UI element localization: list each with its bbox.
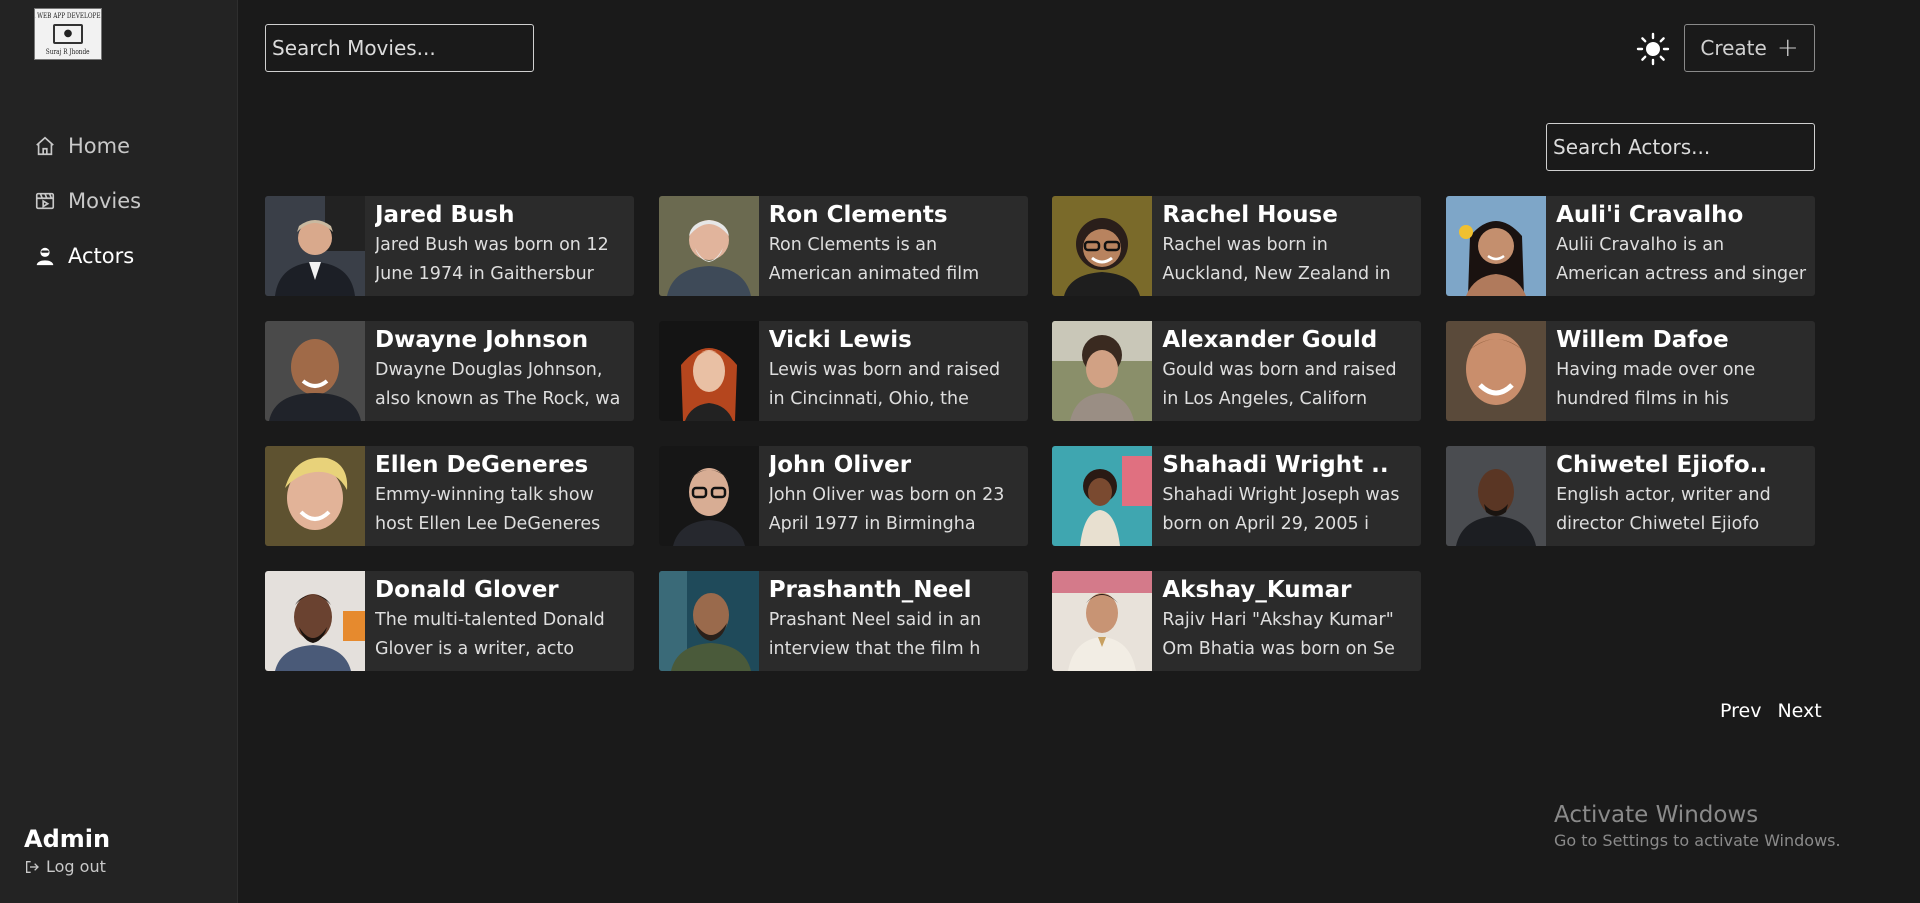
actor-card[interactable]: Shahadi Wright .. Shahadi Wright Joseph …	[1052, 446, 1422, 546]
app-logo[interactable]: A WEB APP DEVELOPER ● Suraj R Jhonde	[34, 8, 102, 60]
home-icon	[36, 136, 54, 155]
actor-card[interactable]: John Oliver John Oliver was born on 23 A…	[658, 446, 1028, 546]
actor-name: Ron Clements	[768, 202, 948, 228]
actor-description: Rachel was born in Auckland, New Zealand…	[1162, 235, 1391, 284]
theme-toggle-button[interactable]	[1636, 32, 1670, 66]
sidebar-item-movies[interactable]: Movies	[34, 173, 141, 228]
next-page-button[interactable]: Next	[1777, 700, 1821, 722]
watermark-title: Activate Windows	[1554, 802, 1759, 828]
actor-card[interactable]: Ellen DeGeneres Emmy-winning talk show h…	[265, 446, 634, 546]
actor-photo	[658, 571, 759, 671]
activation-watermark: Activate Windows Go to Settings to activ…	[1554, 800, 1841, 852]
sidebar-item-label: Movies	[68, 188, 142, 213]
actor-name: Prashanth_Neel	[768, 577, 972, 603]
pagination: Prev Next	[1720, 700, 1822, 722]
actor-name: John Oliver	[768, 452, 912, 478]
actor-description: Rajiv Hari "Akshay Kumar" Om Bhatia was …	[1162, 610, 1395, 659]
actor-photo	[658, 321, 759, 421]
actor-photo	[265, 321, 365, 421]
actor-description: English actor, writer and director Chiwe…	[1556, 485, 1771, 534]
actor-photo	[1052, 571, 1153, 671]
logo-bottom-text: Suraj R Jhonde	[46, 48, 90, 56]
actor-photo	[658, 446, 759, 546]
actor-photo	[1052, 196, 1153, 296]
actor-card[interactable]: Chiwetel Ejiofo.. English actor, writer …	[1446, 446, 1816, 546]
sidebar-nav: Home Movies Actors	[34, 118, 141, 283]
actor-description: John Oliver was born on 23 April 1977 in…	[768, 485, 1005, 534]
sidebar-item-label: Home	[68, 133, 131, 158]
logout-icon	[26, 860, 39, 873]
actor-description: Aulii Cravalho is an American actress an…	[1556, 235, 1807, 284]
actor-description: Jared Bush was born on 12 June 1974 in G…	[375, 235, 609, 284]
actor-icon	[36, 247, 54, 265]
user-panel: Admin Log out	[24, 823, 110, 876]
actor-description: Shahadi Wright Joseph was born on April …	[1162, 485, 1400, 534]
monitor-icon: ●	[53, 24, 83, 44]
actor-name: Ellen DeGeneres	[375, 452, 589, 478]
actor-name: Rachel House	[1162, 202, 1338, 228]
actor-card[interactable]: Donald Glover The multi-talented Donald …	[265, 571, 634, 671]
actor-description: Emmy-winning talk show host Ellen Lee De…	[375, 485, 601, 534]
actor-description: Prashant Neel said in an interview that …	[768, 610, 982, 659]
actor-description: Lewis was born and raised in Cincinnati,…	[768, 360, 1001, 409]
prev-page-button[interactable]: Prev	[1720, 700, 1761, 722]
sidebar: A WEB APP DEVELOPER ● Suraj R Jhonde Hom…	[0, 0, 238, 903]
actor-card[interactable]: Auli'i Cravalho Aulii Cravalho is an Ame…	[1446, 196, 1816, 296]
plus-icon: +	[1776, 33, 1799, 63]
actor-name: Auli'i Cravalho	[1556, 202, 1744, 228]
actor-name: Akshay_Kumar	[1162, 577, 1352, 603]
search-movies-input[interactable]	[265, 24, 534, 72]
actors-grid: Jared Bush Jared Bush was born on 12 Jun…	[265, 196, 1816, 671]
actor-card[interactable]: Alexander Gould Gould was born and raise…	[1052, 321, 1422, 421]
actor-photo	[265, 196, 365, 296]
actor-card[interactable]: Willem Dafoe Having made over one hundre…	[1446, 321, 1816, 421]
logo-top-text: A WEB APP DEVELOPER	[34, 12, 102, 20]
film-icon	[35, 192, 55, 209]
actor-photo	[1446, 446, 1547, 546]
sidebar-item-label: Actors	[68, 243, 135, 268]
actor-name: Dwayne Johnson	[375, 327, 589, 353]
actor-name: Shahadi Wright ..	[1162, 452, 1389, 478]
actor-card[interactable]: Prashanth_Neel Prashant Neel said in an …	[658, 571, 1028, 671]
search-actors-input[interactable]	[1546, 123, 1815, 171]
watermark-subtitle: Go to Settings to activate Windows.	[1554, 831, 1841, 850]
sun-icon	[1636, 32, 1670, 66]
actor-name: Alexander Gould	[1162, 327, 1378, 353]
actor-name: Chiwetel Ejiofo..	[1556, 452, 1768, 478]
actor-description: Dwayne Douglas Johnson, also known as Th…	[375, 360, 621, 409]
actor-photo	[1052, 446, 1153, 546]
sidebar-item-home[interactable]: Home	[34, 118, 141, 173]
actor-name: Jared Bush	[375, 202, 515, 228]
actor-description: The multi-talented Donald Glover is a wr…	[375, 610, 605, 659]
create-button[interactable]: Create +	[1684, 24, 1815, 72]
actor-name: Willem Dafoe	[1556, 327, 1729, 353]
actor-photo	[265, 571, 365, 671]
actor-card[interactable]: Jared Bush Jared Bush was born on 12 Jun…	[265, 196, 634, 296]
actor-description: Gould was born and raised in Los Angeles…	[1162, 360, 1397, 409]
actor-photo	[1052, 321, 1153, 421]
actor-name: Vicki Lewis	[768, 327, 912, 353]
actor-card[interactable]: Vicki Lewis Lewis was born and raised in…	[658, 321, 1028, 421]
actor-photo	[1446, 196, 1547, 296]
actor-photo	[658, 196, 759, 296]
actor-card[interactable]: Akshay_Kumar Rajiv Hari "Akshay Kumar" O…	[1052, 571, 1422, 671]
logout-button[interactable]: Log out	[24, 857, 110, 876]
actor-card[interactable]: Dwayne Johnson Dwayne Douglas Johnson, a…	[265, 321, 634, 421]
actor-name: Donald Glover	[375, 577, 559, 603]
create-label: Create	[1700, 36, 1767, 60]
actor-description: Having made over one hundred films in hi…	[1556, 360, 1756, 409]
sidebar-item-actors[interactable]: Actors	[34, 228, 141, 283]
user-name: Admin	[24, 825, 111, 853]
actor-photo	[265, 446, 365, 546]
logout-label: Log out	[46, 857, 106, 876]
actor-card[interactable]: Ron Clements Ron Clements is an American…	[658, 196, 1028, 296]
actor-card[interactable]: Rachel House Rachel was born in Auckland…	[1052, 196, 1422, 296]
actor-photo	[1446, 321, 1547, 421]
actor-description: Ron Clements is an American animated fil…	[768, 235, 980, 284]
